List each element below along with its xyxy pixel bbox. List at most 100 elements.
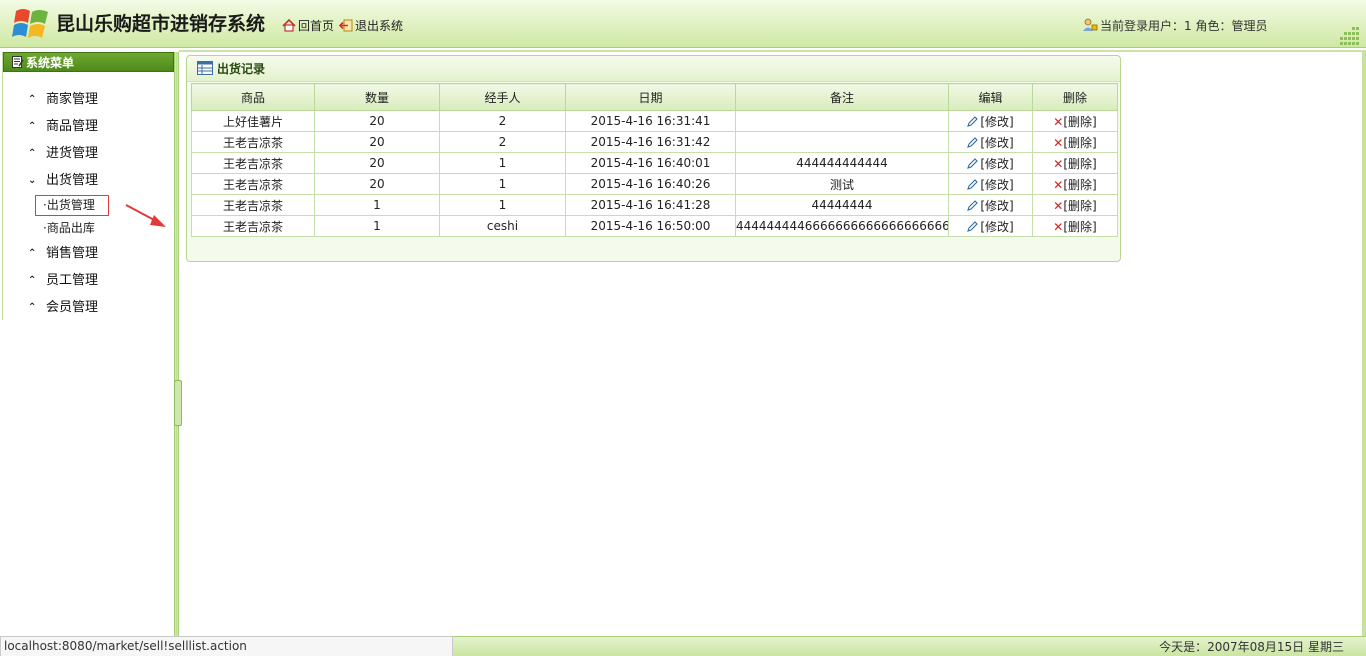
edit-link[interactable]: [修改] [967,156,1014,171]
edit-label: [修改] [980,156,1014,171]
sidebar-item-shipments[interactable]: ⌄ 出货管理 [3,167,174,194]
table-row: 王老吉凉茶 20 2 2015-4-16 16:31:42 [修改] ✕[删除] [191,131,1118,153]
table-row: 王老吉凉茶 20 1 2015-4-16 16:40:01 4444444444… [191,152,1118,174]
table-row: 上好佳薯片 20 2 2015-4-16 16:31:41 [修改] ✕[删除] [191,110,1118,132]
sidebar-header: 系统菜单 [3,52,174,72]
edit-link[interactable]: [修改] [967,198,1014,213]
cell-handler: 1 [439,194,566,216]
edit-label: [修改] [980,114,1014,129]
sidebar-item-sales[interactable]: ⌃ 销售管理 [3,240,174,267]
highlight-box [35,195,109,216]
chevron-up-icon: ⌃ [28,94,37,105]
delete-x-icon: ✕ [1053,219,1064,234]
delete-link[interactable]: ✕[删除] [1053,199,1096,213]
user-lock-icon [1083,18,1098,31]
cell-remark: 444444444444 [735,152,949,174]
cell-qty: 20 [314,152,440,174]
sidebar-item-purchases[interactable]: ⌃ 进货管理 [3,140,174,167]
delete-x-icon: ✕ [1053,135,1064,150]
cell-product: 王老吉凉茶 [191,152,315,174]
table-icon [197,61,213,75]
table-header-row: 商品 数量 经手人 日期 备注 编辑 删除 [191,83,1118,111]
sidebar-item-label: 商家管理 [46,92,99,107]
delete-link[interactable]: ✕[删除] [1053,136,1096,150]
home-link[interactable]: 回首页 [282,17,334,34]
delete-link[interactable]: ✕[删除] [1053,157,1096,171]
grip-icon [1340,27,1359,45]
home-link-label: 回首页 [298,19,335,33]
cell-handler: 2 [439,131,566,153]
cell-product: 上好佳薯片 [191,110,315,132]
header: 昆山乐购超市进销存系统 回首页 退出系统 当前登录用户：1 角色：管理员 [0,0,1366,48]
chevron-up-icon: ⌃ [28,248,37,259]
annotation-arrow-icon [125,204,166,227]
cell-edit: [修改] [948,173,1033,195]
right-border [1362,52,1366,636]
splitter[interactable] [174,52,179,636]
sidebar-item-label: 会员管理 [46,300,99,315]
delete-link[interactable]: ✕[删除] [1053,220,1096,234]
sidebar-item-products[interactable]: ⌃ 商品管理 [3,113,174,140]
cell-edit: [修改] [948,194,1033,216]
top-divider [179,50,1366,52]
home-icon [282,19,296,32]
pencil-icon [967,136,979,148]
cell-qty: 1 [314,215,440,237]
edit-label: [修改] [980,177,1014,192]
splitter-handle[interactable] [174,380,182,426]
cell-date: 2015-4-16 16:40:01 [565,152,736,174]
cell-delete: ✕[删除] [1032,194,1118,216]
chevron-up-icon: ⌃ [28,275,37,286]
delete-label: [删除] [1063,219,1097,234]
submenu-item-label: ·商品出库 [43,221,95,235]
column-header[interactable]: 经手人 [439,83,566,111]
cell-edit: [修改] [948,131,1033,153]
edit-link[interactable]: [修改] [967,136,1014,150]
column-header[interactable]: 日期 [565,83,736,111]
column-header[interactable]: 备注 [735,83,949,111]
edit-link[interactable]: [修改] [967,220,1014,234]
edit-link[interactable]: [修改] [967,114,1014,129]
delete-x-icon: ✕ [1053,114,1064,129]
column-header[interactable]: 数量 [314,83,440,111]
cell-remark: 测试 [735,173,949,195]
cell-handler: 2 [439,110,566,132]
chevron-down-icon: ⌄ [28,175,37,186]
column-header[interactable]: 商品 [191,83,315,111]
panel-header: 出货记录 [187,56,1120,82]
pencil-icon [967,199,979,211]
cell-delete: ✕[删除] [1032,173,1118,195]
delete-link[interactable]: ✕[删除] [1053,178,1096,192]
delete-x-icon: ✕ [1053,177,1064,192]
cell-remark [735,131,949,153]
cell-delete: ✕[删除] [1032,110,1118,132]
chevron-up-icon: ⌃ [28,121,37,132]
pencil-icon [967,157,979,169]
cell-qty: 1 [314,194,440,216]
delete-label: [删除] [1063,198,1097,213]
edit-label: [修改] [980,198,1014,213]
column-header[interactable]: 删除 [1032,83,1118,111]
edit-link[interactable]: [修改] [967,177,1014,192]
sidebar-item-employees[interactable]: ⌃ 员工管理 [3,267,174,294]
cell-handler: ceshi [439,215,566,237]
sidebar: 系统菜单 ⌃ 商家管理 ⌃ 商品管理 ⌃ 进货管理 ⌄ 出货管理 ·出货管理 ·商品出库… [2,52,174,320]
sidebar-title: 系统菜单 [26,56,75,70]
sidebar-item-members[interactable]: ⌃ 会员管理 [3,294,174,321]
status-date: 今天是：2007年08月15日 星期三 [1159,640,1344,654]
cell-qty: 20 [314,110,440,132]
delete-x-icon: ✕ [1053,198,1064,213]
menu-icon [12,56,24,68]
sidebar-item-merchants[interactable]: ⌃ 商家管理 [3,86,174,113]
user-info: 当前登录用户：1 角色：管理员 [1082,17,1267,34]
cell-date: 2015-4-16 16:40:26 [565,173,736,195]
logout-link[interactable]: 退出系统 [339,17,403,34]
app-title: 昆山乐购超市进销存系统 [56,13,266,35]
delete-label: [删除] [1063,177,1097,192]
column-header[interactable]: 编辑 [948,83,1033,111]
records-table: 商品 数量 经手人 日期 备注 编辑 删除 上好佳薯片 20 2 2015-4-… [191,83,1118,237]
cell-qty: 20 [314,131,440,153]
windows-logo-icon [12,9,48,38]
cell-product: 王老吉凉茶 [191,194,315,216]
delete-link[interactable]: ✕[删除] [1053,115,1096,129]
